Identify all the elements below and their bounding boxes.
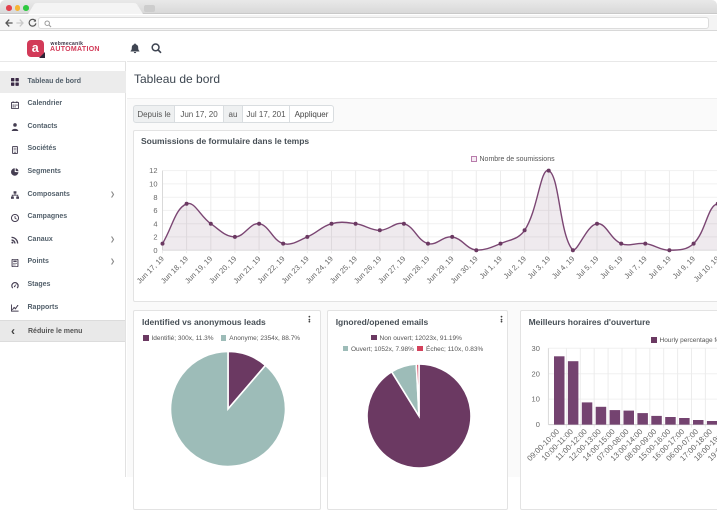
svg-text:Jul 2, 19: Jul 2, 19 <box>502 254 528 280</box>
svg-text:6: 6 <box>153 206 157 215</box>
svg-text:8: 8 <box>153 193 157 202</box>
svg-text:2: 2 <box>153 233 157 242</box>
svg-text:12: 12 <box>149 166 157 175</box>
svg-text:10: 10 <box>531 395 539 404</box>
svg-text:Jul 4, 19: Jul 4, 19 <box>550 254 576 280</box>
svg-text:0: 0 <box>535 420 539 429</box>
svg-text:Jul 7, 19: Jul 7, 19 <box>622 254 648 280</box>
svg-text:0: 0 <box>153 246 157 255</box>
svg-text:30: 30 <box>531 344 539 353</box>
svg-text:4: 4 <box>153 219 157 228</box>
svg-text:Jul 1, 19: Jul 1, 19 <box>477 254 503 280</box>
svg-text:20: 20 <box>531 369 539 378</box>
svg-text:Jul 10, 19: Jul 10, 19 <box>692 254 717 283</box>
svg-text:Jul 5, 19: Jul 5, 19 <box>574 254 600 280</box>
svg-text:Jul 6, 19: Jul 6, 19 <box>598 254 624 280</box>
svg-text:10: 10 <box>149 180 157 189</box>
svg-text:Jul 8, 19: Jul 8, 19 <box>646 254 672 280</box>
svg-text:Jul 3, 19: Jul 3, 19 <box>526 254 552 280</box>
